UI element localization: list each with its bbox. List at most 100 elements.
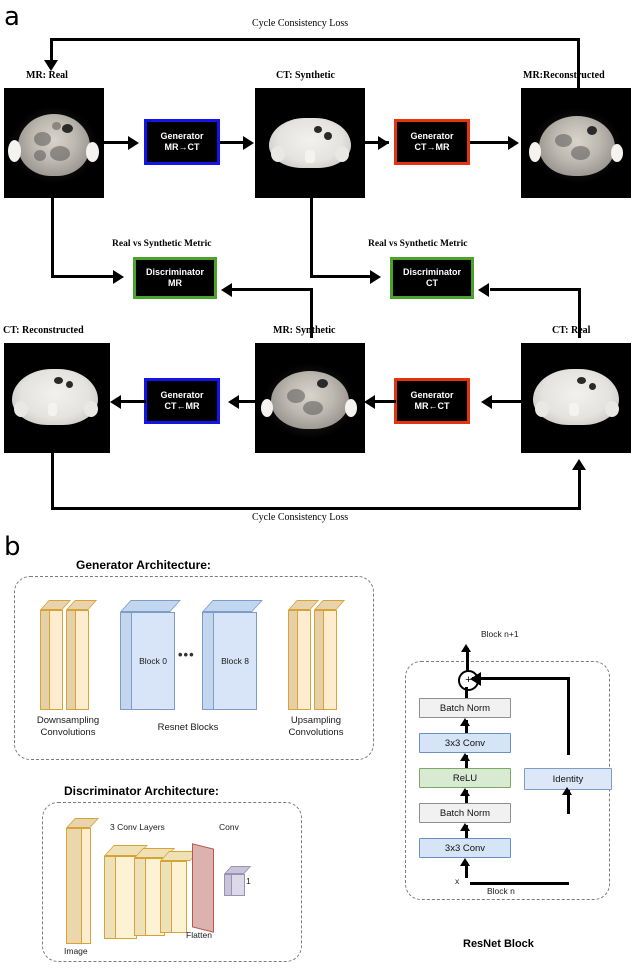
cycle-bottom-left-vertical-line [51, 453, 54, 510]
module-generator-mr-to-ct[interactable]: Generator MR→CT [144, 119, 220, 165]
resnet-relu-label: ReLU [452, 772, 478, 784]
resnet-batch-norm-top-label: Batch Norm [439, 702, 491, 714]
resnet-block-title: ResNet Block [463, 938, 534, 950]
upsampling-label-line2: Convolutions [288, 726, 344, 738]
resnet-conv-top-label: 3x3 Conv [444, 737, 486, 749]
resnet-skip-vertical-line [567, 677, 570, 755]
generator-mr-from-ct-line1: Generator [410, 390, 454, 400]
generator-mr-to-ct-line1: Generator [160, 131, 204, 141]
resnet-arrowhead-conv2-to-bn1 [460, 718, 470, 726]
arrowhead-gen3-to-ctrecon [110, 395, 121, 409]
panel-b-letter: b [4, 532, 21, 562]
downsampling-label-line1: Downsampling [36, 715, 100, 726]
line-ctsynth-to-disc-ct [310, 275, 378, 278]
arrowhead-gen2-to-mrrecon [508, 136, 519, 150]
line-ctsynth-down [310, 198, 313, 278]
resnet-conv-bottom-label: 3x3 Conv [444, 842, 486, 854]
upsampling-label-line1: Upsampling [290, 715, 342, 726]
line-mrreal-to-disc-mr [51, 275, 121, 278]
cycle-bottom-horizontal-line [51, 507, 581, 510]
downsampling-label-line2: Convolutions [40, 726, 96, 738]
discriminator-mr-line1: Discriminator [145, 267, 205, 277]
arrowhead-to-disc-mr-left [113, 270, 124, 284]
cycle-top-horizontal-line [50, 38, 580, 41]
discriminator-image-label: Image [64, 946, 88, 956]
module-generator-ct-from-mr[interactable]: Generator CT←MR [144, 378, 220, 424]
upsampling-conv-slab-1 [288, 600, 320, 710]
arrowhead-to-disc-ct-left [370, 270, 381, 284]
resnet-batch-norm-top: Batch Norm [419, 698, 511, 718]
resnet-identity-label: Identity [552, 773, 584, 785]
cycle-bottom-arrowhead [572, 459, 586, 470]
panel-a-letter: a [4, 2, 20, 32]
discriminator-flatten-label: Flatten [186, 930, 212, 940]
resnet-block-n-label: Block n [487, 886, 515, 896]
cycle-consistency-loss-bottom-label: Cycle Consistency Loss [252, 512, 349, 523]
upsampling-conv-slab-2 [314, 600, 346, 710]
arrowhead-gen4-to-mrsynth [364, 395, 375, 409]
label-ct-synthetic: CT: Synthetic [276, 70, 335, 81]
arrowhead-mrreal-to-gen1 [128, 136, 139, 150]
resnet-skip-horizontal-line [472, 677, 570, 680]
generator-mr-to-ct-line2: MR→CT [164, 142, 200, 152]
arrowhead-ctreal-to-gen4 [481, 395, 492, 409]
discriminator-conv-layers-label: 3 Conv Layers [110, 822, 165, 832]
resnet-block-last-label: Block 8 [221, 656, 249, 666]
line-mrreal-down [51, 198, 54, 278]
discriminator-output-cube [224, 866, 256, 896]
line-ctreal-to-disc-ct [490, 288, 580, 291]
resnet-block-n-horizontal-line [470, 882, 569, 885]
discriminator-architecture-title: Discriminator Architecture: [64, 784, 219, 798]
resnet-arrowhead-x-to-conv1 [460, 858, 470, 866]
resnet-input-label: x [455, 876, 460, 886]
label-mr-reconstructed: MR:Reconstructed [523, 70, 605, 81]
resnet-arrowhead-conv1-to-bn2 [460, 823, 470, 831]
module-generator-mr-from-ct[interactable]: Generator MR←CT [394, 378, 470, 424]
generator-ct-to-mr-line1: Generator [410, 131, 454, 141]
label-real-vs-synthetic-metric-right: Real vs Synthetic Metric [368, 239, 468, 249]
resnet-conv-top: 3x3 Conv [419, 733, 511, 753]
resnet-block-next-label: Block n+1 [481, 629, 519, 639]
resnet-output-arrowhead [461, 644, 471, 652]
discriminator-ct-line2: CT [426, 278, 438, 288]
discriminator-image-slab [66, 818, 100, 944]
generator-mr-from-ct-line2: MR←CT [414, 401, 450, 411]
resnet-blocks-label: Resnet Blocks [157, 722, 219, 733]
discriminator-conv-label: Conv [219, 822, 239, 832]
resnet-skip-arrowhead [470, 672, 481, 686]
resnet-block-first-label: Block 0 [139, 656, 167, 666]
resnet-conv-bottom: 3x3 Conv [419, 838, 511, 858]
label-mr-real: MR: Real [26, 70, 68, 81]
label-ct-real: CT: Real [552, 325, 591, 336]
scan-ct-synthetic [255, 88, 365, 198]
discriminator-flatten-plane [192, 843, 214, 933]
label-ct-reconstructed: CT: Reconstructed [3, 325, 84, 336]
discriminator-ct-line1: Discriminator [402, 267, 462, 277]
arrowhead-to-disc-ct-right [478, 283, 489, 297]
module-discriminator-ct[interactable]: Discriminator CT [390, 257, 474, 299]
downsampling-conv-slab-2 [66, 600, 98, 710]
scan-mr-synthetic [255, 343, 365, 453]
scan-ct-reconstructed [4, 343, 110, 453]
resnet-block-0-slab: Block 0 [120, 600, 181, 710]
resnet-identity-input-arrowhead [562, 787, 572, 795]
generator-ct-from-mr-line2: CT←MR [164, 401, 200, 411]
resnet-blocks-ellipsis: ••• [178, 647, 195, 662]
resnet-batch-norm-bottom: Batch Norm [419, 803, 511, 823]
arrowhead-ctsynth-to-gen2 [378, 136, 389, 150]
scan-mr-reconstructed [521, 88, 631, 198]
arrow-line-gen2-to-mrrecon [470, 141, 510, 144]
scan-mr-real [4, 88, 104, 198]
module-discriminator-mr[interactable]: Discriminator MR [133, 257, 217, 299]
resnet-batch-norm-bottom-label: Batch Norm [439, 807, 491, 819]
resnet-arrowhead-relu-to-conv2 [460, 753, 470, 761]
generator-ct-to-mr-line2: CT→MR [414, 142, 450, 152]
line-mrsynth-to-disc-mr [232, 288, 312, 291]
discriminator-mr-line2: MR [168, 278, 182, 288]
downsampling-convolutions-label: Downsampling Convolutions [20, 715, 116, 738]
cycle-bottom-right-vertical-line [578, 470, 581, 510]
generator-ct-from-mr-line1: Generator [160, 390, 204, 400]
module-generator-ct-to-mr[interactable]: Generator CT→MR [394, 119, 470, 165]
arrowhead-gen1-to-ctsynth [243, 136, 254, 150]
generator-architecture-title: Generator Architecture: [76, 558, 211, 572]
